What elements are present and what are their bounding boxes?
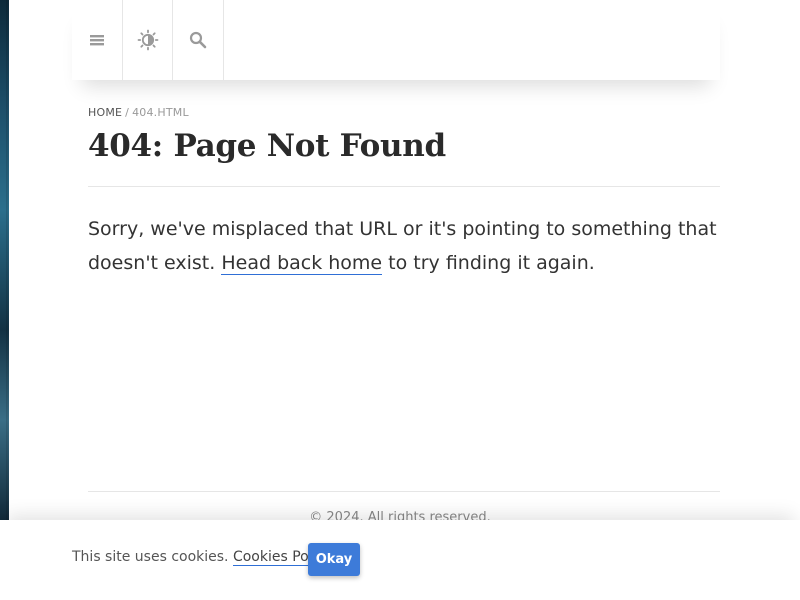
cookie-notice: This site uses cookies. Cookies Policy.	[72, 549, 335, 566]
search-button[interactable]	[173, 0, 224, 80]
top-navigation-bar	[72, 0, 720, 80]
footer-divider	[88, 491, 720, 492]
head-back-home-link[interactable]: Head back home	[221, 252, 383, 275]
menu-button[interactable]	[72, 0, 122, 80]
breadcrumb-home-link[interactable]: HOME	[88, 106, 122, 119]
page: HOME/404.HTML 404: Page Not Found Sorry,…	[0, 0, 800, 600]
cookie-okay-button[interactable]: Okay	[308, 543, 360, 576]
breadcrumb-separator: /	[125, 106, 130, 119]
cookie-notice-text: This site uses cookies.	[72, 549, 233, 565]
theme-toggle-button[interactable]	[122, 0, 173, 80]
search-icon	[189, 31, 207, 49]
brightness-toggle-icon	[137, 29, 159, 51]
hamburger-menu-icon	[89, 33, 105, 47]
error-message: Sorry, we've misplaced that URL or it's …	[88, 212, 720, 280]
error-message-text-end: to try finding it again.	[382, 252, 595, 274]
breadcrumb-current: 404.HTML	[132, 106, 189, 119]
title-divider	[88, 186, 720, 187]
page-title: 404: Page Not Found	[88, 128, 446, 164]
breadcrumb: HOME/404.HTML	[88, 106, 189, 119]
